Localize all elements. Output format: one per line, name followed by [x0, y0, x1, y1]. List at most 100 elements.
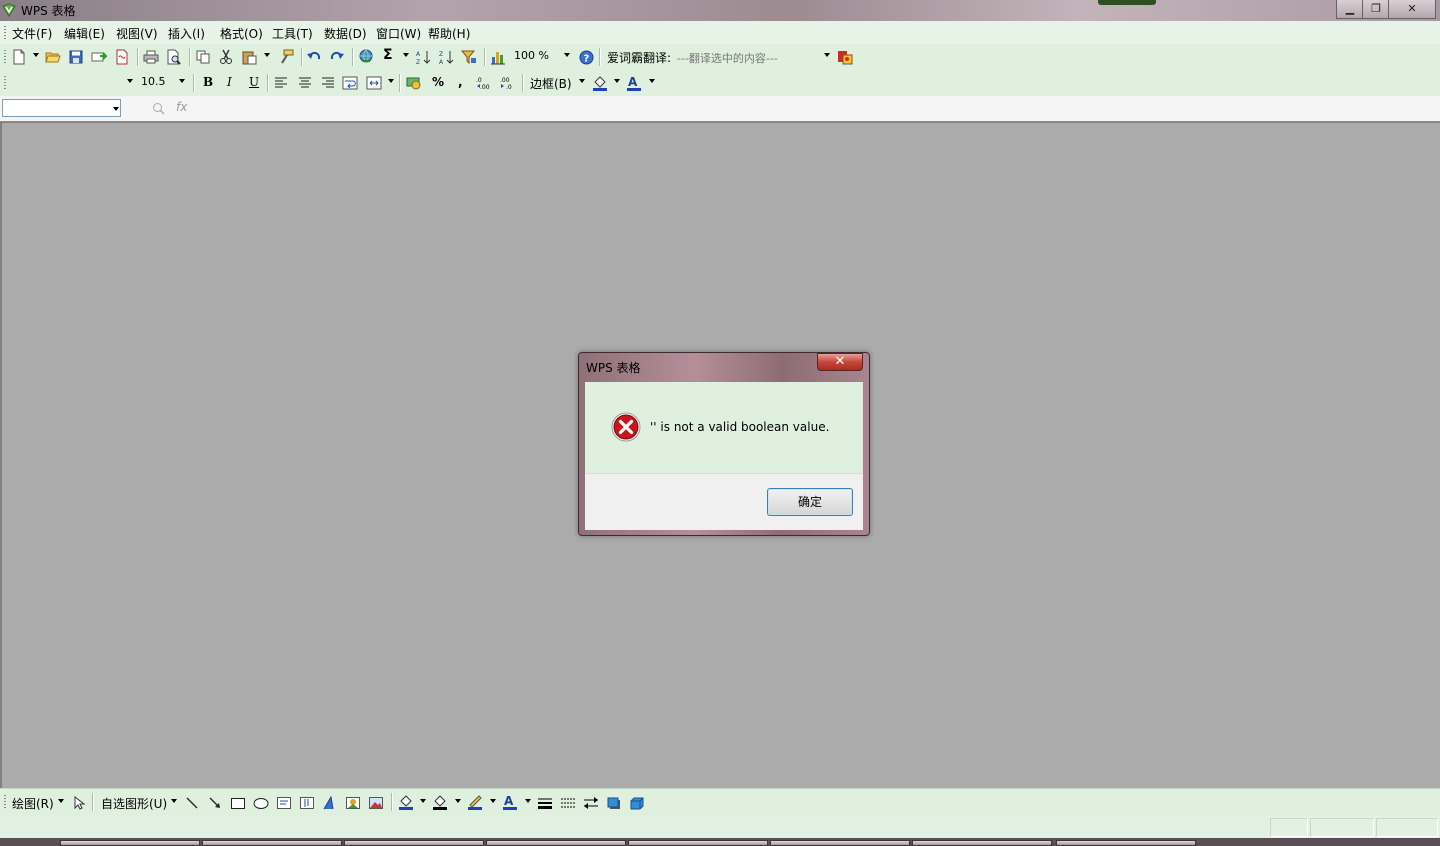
- currency-style-icon[interactable]: [406, 75, 422, 91]
- new-dropdown-icon[interactable]: [33, 53, 39, 57]
- align-left-icon[interactable]: [273, 75, 289, 91]
- toolbar-grip[interactable]: [4, 26, 6, 39]
- copy-icon[interactable]: [195, 49, 211, 65]
- taskbar-button[interactable]: [486, 840, 626, 846]
- menu-tools[interactable]: 工具(T): [272, 25, 313, 42]
- rectangle-tool-icon[interactable]: [230, 795, 246, 811]
- dash-style-icon[interactable]: [560, 795, 576, 811]
- align-center-icon[interactable]: [297, 75, 313, 91]
- save-icon[interactable]: [68, 49, 84, 65]
- select-objects-icon[interactable]: [71, 795, 87, 811]
- menu-help[interactable]: 帮助(H): [428, 25, 470, 42]
- ok-button[interactable]: 确定: [767, 488, 853, 516]
- taskbar-button[interactable]: [912, 840, 1052, 846]
- toolbar-grip[interactable]: [4, 795, 6, 809]
- print-icon[interactable]: [143, 49, 159, 65]
- autoshapes-button[interactable]: 自选图形(U): [101, 795, 167, 812]
- font-color-icon[interactable]: A: [626, 75, 642, 91]
- draw-font-color-icon[interactable]: A: [502, 794, 518, 810]
- print-preview-icon[interactable]: [166, 49, 182, 65]
- arrow-tool-icon[interactable]: [207, 795, 223, 811]
- insert-function-button[interactable]: fx: [176, 100, 187, 114]
- menu-insert[interactable]: 插入(I): [168, 25, 205, 42]
- increase-decimal-icon[interactable]: .0.00: [476, 75, 492, 91]
- undo-icon[interactable]: [306, 49, 322, 65]
- merge-cells-icon[interactable]: [366, 75, 382, 91]
- close-button[interactable]: ✕: [1388, 0, 1436, 19]
- taskbar-button[interactable]: [202, 840, 342, 846]
- menu-edit[interactable]: 编辑(E): [64, 25, 105, 42]
- minimize-button[interactable]: ▁: [1336, 0, 1364, 19]
- wrap-text-icon[interactable]: [342, 75, 358, 91]
- redo-icon[interactable]: [329, 49, 345, 65]
- paste-icon[interactable]: [241, 49, 257, 65]
- wordart-icon[interactable]: [322, 795, 338, 811]
- line-style-icon[interactable]: [537, 795, 553, 811]
- merge-dropdown-icon[interactable]: [388, 79, 394, 83]
- line-color-dropdown-icon[interactable]: [455, 799, 461, 803]
- name-box[interactable]: [2, 99, 121, 117]
- draw-menu-dropdown-icon[interactable]: [58, 799, 64, 803]
- translate-tool-icon[interactable]: [837, 49, 853, 65]
- chart-wizard-icon[interactable]: [490, 49, 506, 65]
- sort-descending-icon[interactable]: ZA: [438, 49, 454, 65]
- send-mail-icon[interactable]: [91, 49, 107, 65]
- borders-button[interactable]: 边框(B): [530, 75, 572, 92]
- taskbar-button[interactable]: [628, 840, 768, 846]
- open-folder-icon[interactable]: [45, 49, 61, 65]
- taskbar-button[interactable]: [770, 840, 910, 846]
- taskbar-button[interactable]: [344, 840, 484, 846]
- format-painter-icon[interactable]: [278, 49, 294, 65]
- autoshapes-dropdown-icon[interactable]: [171, 799, 177, 803]
- toolbar-grip[interactable]: [4, 50, 6, 64]
- translate-input[interactable]: ---翻译选中的内容---: [677, 50, 778, 66]
- menu-format[interactable]: 格式(O): [220, 25, 263, 42]
- textbox-tool-icon[interactable]: [276, 795, 292, 811]
- zoom-dropdown-icon[interactable]: [564, 53, 570, 57]
- translate-dropdown-icon[interactable]: [824, 53, 830, 57]
- font-size-combo[interactable]: 10.5: [141, 75, 166, 88]
- sort-ascending-icon[interactable]: AZ: [415, 49, 431, 65]
- paste-dropdown-icon[interactable]: [264, 53, 270, 57]
- toolbar-grip[interactable]: [4, 76, 6, 90]
- underline-button[interactable]: U: [249, 75, 259, 89]
- arrow-style-icon[interactable]: [583, 795, 599, 811]
- fill-color-dropdown-icon[interactable]: [614, 79, 620, 83]
- borders-dropdown-icon[interactable]: [579, 79, 585, 83]
- new-document-icon[interactable]: [11, 49, 27, 65]
- fill-color-icon[interactable]: [592, 75, 608, 91]
- export-pdf-icon[interactable]: [114, 49, 130, 65]
- font-size-dropdown-icon[interactable]: [179, 79, 185, 83]
- percent-style-button[interactable]: %: [432, 75, 444, 89]
- bold-button[interactable]: B: [203, 75, 213, 89]
- line-color-icon[interactable]: [432, 794, 448, 810]
- autosum-icon[interactable]: Σ: [383, 47, 393, 63]
- oval-tool-icon[interactable]: [253, 795, 269, 811]
- autosum-dropdown-icon[interactable]: [403, 53, 409, 57]
- hyperlink-icon[interactable]: [358, 49, 374, 65]
- taskbar-button[interactable]: [1056, 840, 1196, 846]
- menu-view[interactable]: 视图(V): [116, 25, 158, 42]
- draw-font-color-dropdown-icon[interactable]: [525, 799, 531, 803]
- zoom-combo[interactable]: 100 %: [514, 49, 549, 62]
- clipart-icon[interactable]: [345, 795, 361, 811]
- autofilter-icon[interactable]: [461, 49, 477, 65]
- decrease-decimal-icon[interactable]: .00.0: [500, 75, 516, 91]
- vertical-textbox-icon[interactable]: [299, 795, 315, 811]
- restore-button[interactable]: ❐: [1362, 0, 1390, 19]
- insert-picture-icon[interactable]: [368, 795, 384, 811]
- font-color-dropdown-icon[interactable]: [649, 79, 655, 83]
- font-name-dropdown-icon[interactable]: [127, 79, 133, 83]
- italic-button[interactable]: I: [227, 75, 232, 89]
- align-right-icon[interactable]: [320, 75, 336, 91]
- comma-style-button[interactable]: ,: [458, 75, 463, 89]
- draw-menu-button[interactable]: 绘图(R): [12, 795, 54, 812]
- zoom-formula-icon[interactable]: [150, 100, 166, 116]
- cut-icon[interactable]: [218, 49, 234, 65]
- name-box-dropdown-icon[interactable]: [113, 107, 119, 111]
- menu-window[interactable]: 窗口(W): [376, 25, 421, 42]
- draw-fill-dropdown-icon[interactable]: [420, 799, 426, 803]
- line-tool-icon[interactable]: [184, 795, 200, 811]
- pen-color-icon[interactable]: [467, 794, 483, 810]
- pen-color-dropdown-icon[interactable]: [490, 799, 496, 803]
